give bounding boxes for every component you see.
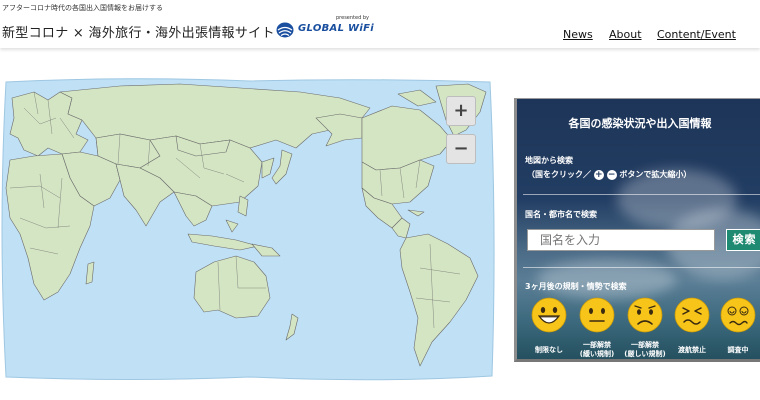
country-philippines[interactable]	[237, 195, 249, 217]
search-button[interactable]: 検索	[726, 229, 760, 251]
face-label-travel-ban: 渡航禁止	[678, 346, 706, 354]
nav-content-event[interactable]: Content/Event	[657, 28, 736, 41]
face-label-partial-loose: 一部解禁 (緩い規制)	[579, 341, 615, 358]
country-search-input[interactable]	[527, 229, 715, 251]
logo-presented-by: presented by	[336, 15, 369, 21]
logo-text: GLOBAL WiFi	[298, 23, 374, 34]
world-map-canvas[interactable]	[0, 78, 495, 381]
cloud-decoration	[537, 259, 677, 299]
nav-news[interactable]: News	[563, 28, 593, 41]
face-label-no-restriction: 制限なし	[535, 346, 563, 354]
hint-prefix: （国をクリック／	[527, 170, 591, 179]
name-search-label: 国名・都市名で検索	[525, 210, 597, 219]
search-panel: 各国の感染状況や出入国情報 地図から検索 （国をクリック／ + − ボタンで拡大…	[514, 98, 760, 362]
site-header: アフターコロナ時代の各国出入国情報をお届けする 新型コロナ × 海外旅行・海外出…	[0, 0, 760, 48]
site-tagline: アフターコロナ時代の各国出入国情報をお届けする	[2, 4, 163, 12]
global-wifi-logo[interactable]: presented by GLOBAL WiFi	[276, 15, 374, 41]
face-label-partial-strict: 一部解禁 (厳しい規制)	[624, 341, 666, 358]
dizzy-face-icon[interactable]	[720, 297, 756, 333]
outlook-search-label: 3ヶ月後の規制・情勢で検索	[525, 282, 627, 291]
neutral-face-icon[interactable]	[579, 297, 615, 333]
world-map[interactable]: + −	[0, 78, 495, 381]
squinting-face-icon[interactable]	[674, 297, 710, 333]
plus-circle-icon: +	[593, 169, 604, 180]
site-title[interactable]: 新型コロナ × 海外旅行・海外出張情報サイト	[2, 22, 275, 41]
nav-about[interactable]: About	[609, 28, 642, 41]
hint-suffix: ボタンで拡大縮小）	[619, 170, 692, 179]
face-label-investigating: 調査中	[727, 346, 749, 354]
map-search-hint: （国をクリック／ + − ボタンで拡大縮小）	[527, 169, 691, 180]
panel-title: 各国の感染状況や出入国情報	[568, 117, 712, 130]
globe-icon	[276, 22, 294, 38]
divider	[523, 194, 760, 195]
divider	[523, 267, 760, 268]
grinning-face-icon[interactable]	[531, 297, 567, 333]
zoom-out-button[interactable]: −	[446, 134, 476, 164]
zoom-in-button[interactable]: +	[446, 96, 476, 126]
map-search-label: 地図から検索	[525, 156, 573, 165]
minus-circle-icon: −	[606, 169, 617, 180]
worried-face-icon[interactable]	[627, 297, 663, 333]
